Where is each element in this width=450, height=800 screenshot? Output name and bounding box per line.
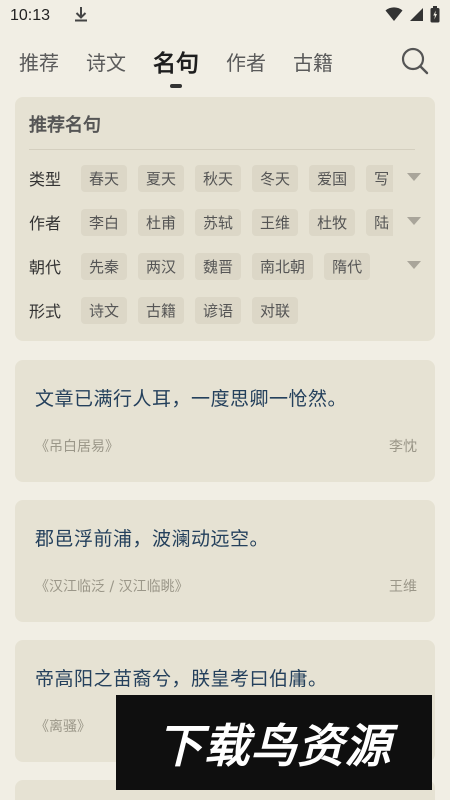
quote-card[interactable]: 文章已满行人耳，一度思卿一怆然。 《吊白居易》 李忱 [15,360,435,482]
expand-arrow-icon[interactable] [407,261,421,269]
chip[interactable]: 冬天 [252,164,299,192]
chip[interactable]: 诗文 [81,296,128,324]
status-time: 10:13 [10,7,51,24]
tab-classics[interactable]: 古籍 [293,47,333,76]
filter-title: 推荐名句 [29,111,415,150]
quote-text: 文章已满行人耳，一度思卿一怆然。 [35,388,348,410]
search-icon[interactable] [400,46,430,76]
filter-card: 推荐名句 类型 春天 夏天 秋天 冬天 爱国 写 作者 李白 杜甫 苏轼 王维 … [15,97,435,341]
tab-authors[interactable]: 作者 [226,47,266,76]
status-bar: 10:13 [0,0,450,32]
filter-row-form: 形式 诗文 古籍 谚语 对联 [29,288,421,332]
chip[interactable]: 夏天 [138,164,185,192]
quote-source: 《离骚》 [35,719,91,735]
chip[interactable]: 先秦 [81,252,128,280]
chip[interactable]: 古籍 [138,296,185,324]
tab-famous-lines[interactable]: 名句 [153,44,199,78]
row-label: 形式 [29,302,62,321]
chip[interactable]: 杜甫 [138,208,185,236]
chip[interactable]: 两汉 [138,252,185,280]
signal-icon [409,7,424,26]
filter-row-type: 类型 春天 夏天 秋天 冬天 爱国 写 [29,156,421,200]
chip[interactable]: 王维 [252,208,299,236]
chip[interactable]: 隋代 [324,252,371,280]
expand-arrow-icon[interactable] [407,173,421,181]
chip[interactable]: 李白 [81,208,128,236]
tab-poems[interactable]: 诗文 [86,47,126,76]
wifi-icon [385,6,403,26]
row-label: 类型 [29,170,62,189]
chip[interactable]: 陆 [366,208,393,236]
filter-row-author: 作者 李白 杜甫 苏轼 王维 杜牧 陆 [29,200,421,244]
chip[interactable]: 爱国 [309,164,356,192]
quote-text: 郡邑浮前浦，波澜动远空。 [35,528,270,550]
quote-source: 《吊白居易》 [35,439,119,455]
chip[interactable]: 秋天 [195,164,242,192]
expand-arrow-icon[interactable] [407,217,421,225]
row-label: 作者 [29,214,62,233]
quote-card[interactable]: 郡邑浮前浦，波澜动远空。 《汉江临泛 / 汉江临眺》 王维 [15,500,435,622]
quote-source: 《汉江临泛 / 汉江临眺》 [35,579,189,595]
filter-row-dynasty: 朝代 先秦 两汉 魏晋 南北朝 隋代 [29,244,421,288]
battery-icon [430,5,440,27]
quote-author: 李忱 [389,439,417,455]
top-nav: 推荐 诗文 名句 作者 古籍 [0,36,450,86]
quote-author: 王维 [389,579,417,595]
chip[interactable]: 魏晋 [195,252,242,280]
quote-text: 帝高阳之苗裔兮，朕皇考曰伯庸。 [35,668,328,690]
chip[interactable]: 春天 [81,164,128,192]
row-label: 朝代 [29,258,62,277]
watermark-banner: 下载鸟资源 [116,695,432,790]
chip[interactable]: 苏轼 [195,208,242,236]
download-icon [74,6,88,26]
chip[interactable]: 写 [366,164,393,192]
chip[interactable]: 谚语 [195,296,242,324]
chip[interactable]: 杜牧 [309,208,356,236]
chip[interactable]: 对联 [252,296,299,324]
tab-recommend[interactable]: 推荐 [19,47,59,76]
chip[interactable]: 南北朝 [252,252,314,280]
